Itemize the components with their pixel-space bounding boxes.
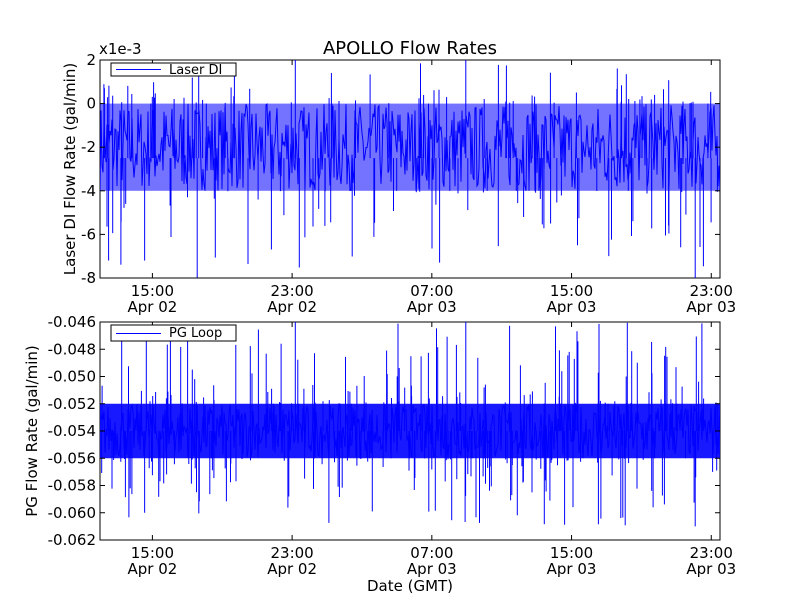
figure: APOLLO Flow Rates Date (GMT) x1e-3 Laser… (0, 0, 800, 600)
pg-loop-y-tick-label: -0.054 (48, 422, 96, 440)
pg-loop-x-tick-date: Apr 02 (127, 560, 177, 578)
laser-di-y-tick-label: 0 (86, 95, 96, 113)
laser-di-legend: Laser DI (110, 62, 237, 78)
pg-loop-y-tick-label: -0.048 (48, 340, 96, 358)
laser-di-y-tick-label: 2 (86, 51, 96, 69)
laser-di-y-tick-label: -8 (81, 269, 96, 287)
pg-loop-x-tick-date: Apr 03 (686, 560, 736, 578)
x-axis-label: Date (GMT) (367, 577, 453, 595)
laser-di-y-tick-label: -6 (81, 225, 96, 243)
figure-title: APOLLO Flow Rates (323, 38, 497, 59)
pg-loop-y-tick-label: -0.050 (48, 368, 96, 386)
pg-loop-x-tick-date: Apr 03 (407, 560, 457, 578)
laser-di-x-tick-date: Apr 03 (686, 298, 736, 316)
laser-di-x-tick-date: Apr 03 (407, 298, 457, 316)
pg-loop-y-tick-label: -0.046 (48, 313, 96, 331)
laser-di-y-scale-label: x1e-3 (99, 40, 142, 58)
laser-di-legend-label: Laser DI (169, 63, 222, 78)
laser-di-y-tick-label: -4 (81, 182, 96, 200)
pg-loop-y-tick-label: -0.060 (48, 504, 96, 522)
laser-di-x-tick-date: Apr 02 (267, 298, 317, 316)
pg-loop-x-tick-date: Apr 03 (547, 560, 597, 578)
pg-loop-legend: PG Loop (110, 324, 237, 342)
pg-loop-y-tick-label: -0.062 (48, 531, 96, 549)
pg-loop-y-tick-label: -0.058 (48, 477, 96, 495)
laser-di-x-tick-date: Apr 02 (127, 298, 177, 316)
pg-loop-legend-label: PG Loop (169, 326, 222, 341)
figure-background (0, 0, 800, 600)
pg-loop-y-tick-label: -0.056 (48, 449, 96, 467)
pg-loop-y-axis-label: PG Flow Rate (gal/min) (23, 345, 41, 517)
pg-loop-y-tick-label: -0.052 (48, 395, 96, 413)
laser-di-y-axis-label: Laser DI Flow Rate (gal/min) (61, 63, 79, 275)
laser-di-y-tick-label: -2 (81, 138, 96, 156)
pg-loop-x-tick-date: Apr 02 (267, 560, 317, 578)
laser-di-x-tick-date: Apr 03 (547, 298, 597, 316)
